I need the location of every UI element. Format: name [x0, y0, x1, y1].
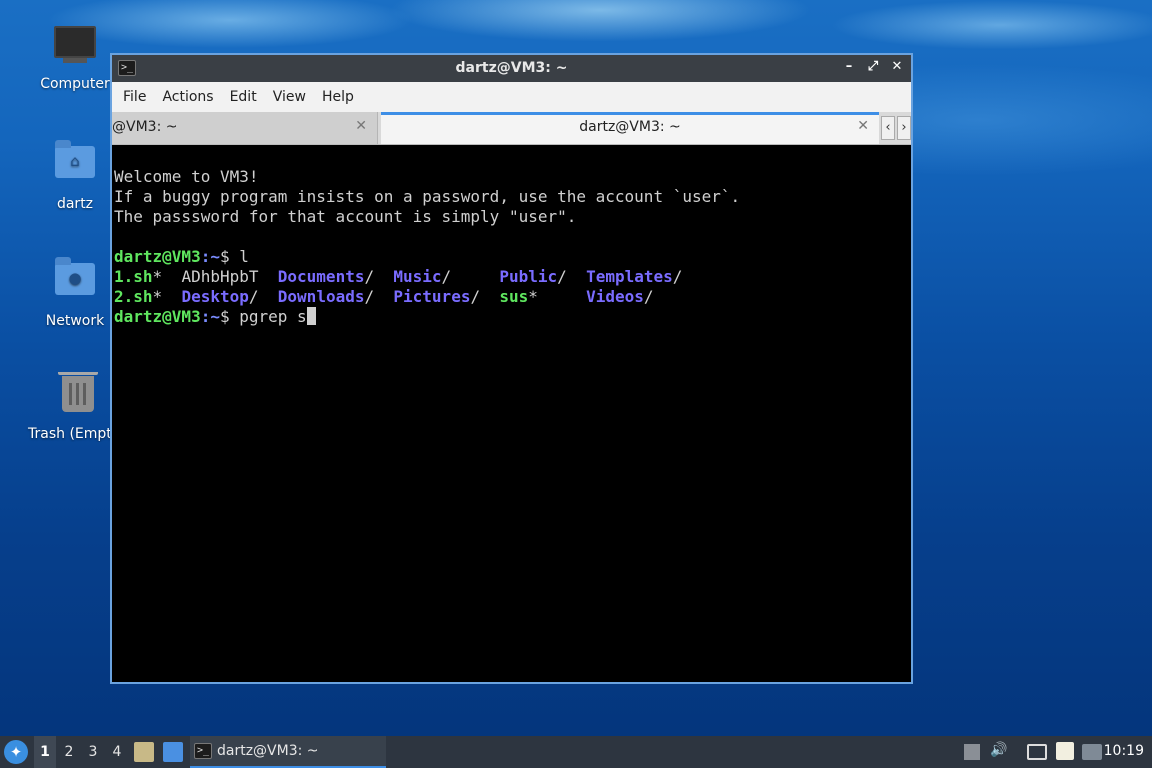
ls-entry-name: ADhbHpbT — [181, 267, 259, 286]
window-title: dartz@VM3: ~ — [455, 60, 568, 76]
prompt-symbol: $ — [219, 247, 240, 266]
menu-bar: File Actions Edit View Help — [112, 82, 911, 112]
tab-close-icon[interactable]: ✕ — [355, 118, 367, 134]
menu-help[interactable]: Help — [321, 89, 363, 105]
ls-entry-suffix: / — [557, 267, 567, 286]
command-text: pgrep s — [239, 307, 307, 326]
text-cursor — [306, 307, 316, 325]
ls-output-row: 1.sh* ADhbHpbT Documents/ Music/ Public/… — [114, 267, 909, 287]
workspace-4-button[interactable]: 4 — [106, 736, 128, 768]
desktop-icon-trash[interactable]: Trash (Empt — [24, 372, 116, 442]
ls-entry-name: Music — [393, 267, 442, 286]
close-button[interactable]: ✕ — [889, 59, 905, 74]
prompt-user: dartz@VM3 — [114, 247, 201, 266]
menu-edit[interactable]: Edit — [229, 89, 266, 105]
terminal-window[interactable]: >_ dartz@VM3: ~ – ⤢ ✕ File Actions Edit … — [110, 53, 913, 684]
terminal-line: If a buggy program insists on a password… — [114, 187, 741, 206]
workspace-2-button[interactable]: 2 — [58, 736, 80, 768]
ls-entry-name: Downloads — [277, 287, 365, 306]
ls-entry-suffix: / — [470, 287, 481, 306]
ls-entry-name: Desktop — [181, 287, 249, 306]
desktop-icon-computer[interactable]: Computer — [30, 22, 120, 92]
tab-scroll-right-button[interactable]: › — [897, 116, 911, 140]
prompt-path: :~ — [200, 307, 220, 326]
tray-up-arrow-icon[interactable] — [964, 744, 980, 760]
terminal-output[interactable]: Welcome to VM3! If a buggy program insist… — [112, 145, 911, 682]
taskbar: ✦ 1 2 3 4 >_ dartz@VM3: ~ 🔊 10:19 — [0, 736, 1152, 768]
ls-entry-name: 2.sh — [114, 287, 153, 306]
maximize-button[interactable]: ⤢ — [865, 59, 881, 74]
desktop-icon-label: Network — [45, 313, 105, 329]
ls-entry-suffix: / — [672, 267, 683, 286]
tab-label: @VM3: ~ — [112, 119, 178, 135]
menu-view[interactable]: View — [272, 89, 315, 105]
terminal-prompt-line: dartz@VM3:~$ pgrep s — [114, 307, 909, 327]
terminal-line: The passsword for that account is simply… — [114, 207, 577, 226]
ls-entry-suffix: / — [248, 287, 259, 306]
desktop-icon-label: dartz — [56, 196, 94, 212]
ls-entry-name: Documents — [277, 267, 365, 286]
computer-icon — [53, 26, 97, 70]
workspace-3-button[interactable]: 3 — [82, 736, 104, 768]
window-titlebar[interactable]: >_ dartz@VM3: ~ – ⤢ ✕ — [112, 55, 911, 82]
ls-entry-suffix: / — [364, 287, 375, 306]
ls-output-row: 2.sh* Desktop/ Downloads/ Pictures/ sus*… — [114, 287, 909, 307]
show-desktop-icon[interactable] — [163, 742, 183, 762]
ls-entry-name: Pictures — [393, 287, 471, 306]
taskbar-task-terminal[interactable]: >_ dartz@VM3: ~ — [190, 736, 386, 768]
network-icon[interactable] — [1027, 744, 1047, 760]
tab-scroll-left-button[interactable]: ‹ — [881, 116, 895, 140]
desktop-icon-network[interactable]: ● Network — [30, 255, 120, 329]
ls-entry-suffix: * — [152, 287, 163, 306]
minimize-button[interactable]: – — [841, 59, 857, 74]
workspace-1-button[interactable]: 1 — [34, 736, 56, 768]
menu-file[interactable]: File — [122, 89, 155, 105]
task-label: dartz@VM3: ~ — [217, 743, 319, 759]
ls-entry-suffix: / — [441, 267, 452, 286]
ls-entry-name: sus — [499, 287, 529, 306]
clipboard-icon[interactable] — [1056, 742, 1074, 760]
tab-close-icon[interactable]: ✕ — [857, 118, 869, 134]
prompt-user: dartz@VM3 — [114, 307, 201, 326]
ls-entry-suffix: * — [528, 287, 538, 306]
ls-entry-name: 1.sh — [114, 267, 153, 286]
desktop-icon-label: Computer — [40, 76, 110, 92]
notification-icon[interactable] — [1082, 744, 1102, 760]
terminal-prompt-line: dartz@VM3:~$ l — [114, 247, 909, 267]
tab-label: dartz@VM3: ~ — [579, 119, 681, 135]
tab-2[interactable]: dartz@VM3: ~ ✕ — [381, 112, 879, 144]
ls-entry-name: Templates — [586, 267, 673, 286]
file-manager-icon[interactable] — [134, 742, 154, 762]
trash-icon — [56, 372, 100, 420]
tab-bar: @VM3: ~ ✕ dartz@VM3: ~ ✕ ‹ › — [112, 112, 911, 145]
command-text: l — [239, 247, 249, 266]
ls-entry-suffix: * — [152, 267, 163, 286]
terminal-line: Welcome to VM3! — [114, 167, 259, 186]
desktop-icon-home[interactable]: ⌂ dartz — [30, 138, 120, 212]
home-folder-icon: ⌂ — [53, 140, 97, 190]
menu-actions[interactable]: Actions — [161, 89, 222, 105]
prompt-path: :~ — [200, 247, 220, 266]
clock[interactable]: 10:19 — [1104, 743, 1144, 759]
tab-1[interactable]: @VM3: ~ ✕ — [112, 112, 378, 144]
app-menu-icon[interactable]: ✦ — [4, 740, 28, 764]
network-folder-icon: ● — [53, 257, 97, 307]
terminal-icon: >_ — [194, 743, 212, 759]
prompt-symbol: $ — [219, 307, 240, 326]
ls-entry-suffix: / — [364, 267, 375, 286]
ls-entry-name: Public — [499, 267, 558, 286]
ls-entry-name: Videos — [586, 287, 644, 306]
ls-entry-suffix: / — [643, 287, 654, 306]
desktop-icon-label: Trash (Empt — [28, 426, 112, 442]
volume-icon[interactable]: 🔊 — [990, 742, 1007, 762]
